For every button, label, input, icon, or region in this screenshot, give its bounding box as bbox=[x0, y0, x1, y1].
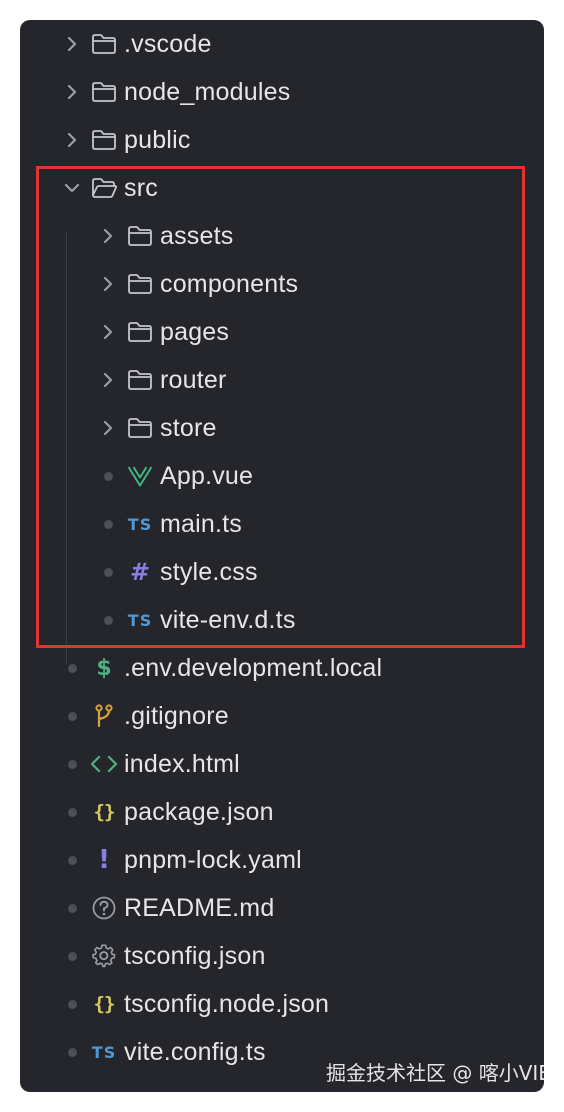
typescript-icon: TS bbox=[91, 1042, 117, 1062]
question-circle-icon bbox=[86, 884, 122, 932]
file-dot bbox=[58, 884, 86, 932]
chevron-down-icon[interactable] bbox=[58, 164, 86, 212]
folder-label: router bbox=[160, 365, 227, 394]
file-label: .env.development.local bbox=[124, 653, 383, 682]
file-label: .gitignore bbox=[124, 701, 229, 730]
file-dot bbox=[94, 500, 122, 548]
file-env-development-local[interactable]: $ .env.development.local bbox=[20, 644, 544, 692]
file-tsconfig-json[interactable]: tsconfig.json bbox=[20, 932, 544, 980]
folder-open-icon bbox=[86, 164, 122, 212]
file-pnpm-lock-yaml[interactable]: ! pnpm-lock.yaml bbox=[20, 836, 544, 884]
file-dot bbox=[58, 932, 86, 980]
folder-src[interactable]: src bbox=[20, 164, 544, 212]
folder-node-modules[interactable]: node_modules bbox=[20, 68, 544, 116]
file-explorer-panel: .vscode node_modules public src assets c… bbox=[20, 20, 544, 1092]
file-label: index.html bbox=[124, 749, 240, 778]
folder-assets[interactable]: assets bbox=[20, 212, 544, 260]
folder-router[interactable]: router bbox=[20, 356, 544, 404]
chevron-right-icon[interactable] bbox=[94, 356, 122, 404]
file-dot bbox=[58, 692, 86, 740]
file-label: style.css bbox=[160, 557, 258, 586]
json-braces-icon: {} bbox=[93, 993, 116, 1015]
file-label: main.ts bbox=[160, 509, 242, 538]
file-label: tsconfig.json bbox=[124, 941, 266, 970]
folder-pages[interactable]: pages bbox=[20, 308, 544, 356]
file-label: tsconfig.node.json bbox=[124, 989, 330, 1018]
chevron-right-icon[interactable] bbox=[94, 308, 122, 356]
file-label: README.md bbox=[124, 893, 275, 922]
file-gitignore[interactable]: .gitignore bbox=[20, 692, 544, 740]
folder-icon bbox=[122, 356, 158, 404]
file-label: App.vue bbox=[160, 461, 254, 490]
chevron-right-icon[interactable] bbox=[94, 212, 122, 260]
folder-components[interactable]: components bbox=[20, 260, 544, 308]
html-brackets-icon bbox=[86, 740, 122, 788]
file-tsconfig-node-json[interactable]: {} tsconfig.node.json bbox=[20, 980, 544, 1028]
dollar-icon: $ bbox=[96, 655, 112, 681]
folder-icon bbox=[86, 20, 122, 68]
file-tree: .vscode node_modules public src assets c… bbox=[20, 20, 544, 1076]
file-label: pnpm-lock.yaml bbox=[124, 845, 302, 874]
file-app-vue[interactable]: App.vue bbox=[20, 452, 544, 500]
file-dot bbox=[94, 452, 122, 500]
folder-label: assets bbox=[160, 221, 234, 250]
file-package-json[interactable]: {} package.json bbox=[20, 788, 544, 836]
folder-icon bbox=[86, 116, 122, 164]
folder-label: .vscode bbox=[124, 29, 212, 58]
file-dot bbox=[58, 644, 86, 692]
file-dot bbox=[58, 788, 86, 836]
folder-icon bbox=[122, 308, 158, 356]
folder-store[interactable]: store bbox=[20, 404, 544, 452]
watermark: 掘金技术社区 @ 喀小VIE bbox=[326, 1061, 544, 1085]
file-label: package.json bbox=[124, 797, 274, 826]
folder-vscode[interactable]: .vscode bbox=[20, 20, 544, 68]
folder-label: components bbox=[160, 269, 299, 298]
file-index-html[interactable]: index.html bbox=[20, 740, 544, 788]
typescript-icon: TS bbox=[127, 610, 153, 630]
vue-icon bbox=[122, 452, 158, 500]
file-dot bbox=[94, 548, 122, 596]
file-dot bbox=[58, 836, 86, 884]
chevron-right-icon[interactable] bbox=[58, 20, 86, 68]
file-dot bbox=[58, 980, 86, 1028]
chevron-right-icon[interactable] bbox=[58, 116, 86, 164]
chevron-right-icon[interactable] bbox=[94, 260, 122, 308]
chevron-right-icon[interactable] bbox=[94, 404, 122, 452]
file-dot bbox=[94, 596, 122, 644]
css-hash-icon: # bbox=[129, 558, 151, 586]
file-dot bbox=[58, 740, 86, 788]
folder-label: pages bbox=[160, 317, 230, 346]
folder-icon bbox=[122, 212, 158, 260]
folder-icon bbox=[122, 404, 158, 452]
folder-label: store bbox=[160, 413, 217, 442]
folder-icon bbox=[122, 260, 158, 308]
file-style-css[interactable]: # style.css bbox=[20, 548, 544, 596]
folder-label: src bbox=[124, 173, 158, 202]
file-readme-md[interactable]: README.md bbox=[20, 884, 544, 932]
json-braces-icon: {} bbox=[93, 801, 116, 823]
file-dot bbox=[58, 1028, 86, 1076]
file-label: vite-env.d.ts bbox=[160, 605, 296, 634]
folder-public[interactable]: public bbox=[20, 116, 544, 164]
gear-icon bbox=[86, 932, 122, 980]
yaml-exclamation-icon: ! bbox=[98, 845, 110, 875]
typescript-icon: TS bbox=[127, 514, 153, 534]
file-main-ts[interactable]: TS main.ts bbox=[20, 500, 544, 548]
git-branch-icon bbox=[86, 692, 122, 740]
folder-label: node_modules bbox=[124, 77, 291, 106]
folder-icon bbox=[86, 68, 122, 116]
file-vite-env-d-ts[interactable]: TS vite-env.d.ts bbox=[20, 596, 544, 644]
chevron-right-icon[interactable] bbox=[58, 68, 86, 116]
folder-label: public bbox=[124, 125, 191, 154]
file-label: vite.config.ts bbox=[124, 1037, 266, 1066]
indent-guide bbox=[66, 232, 67, 664]
